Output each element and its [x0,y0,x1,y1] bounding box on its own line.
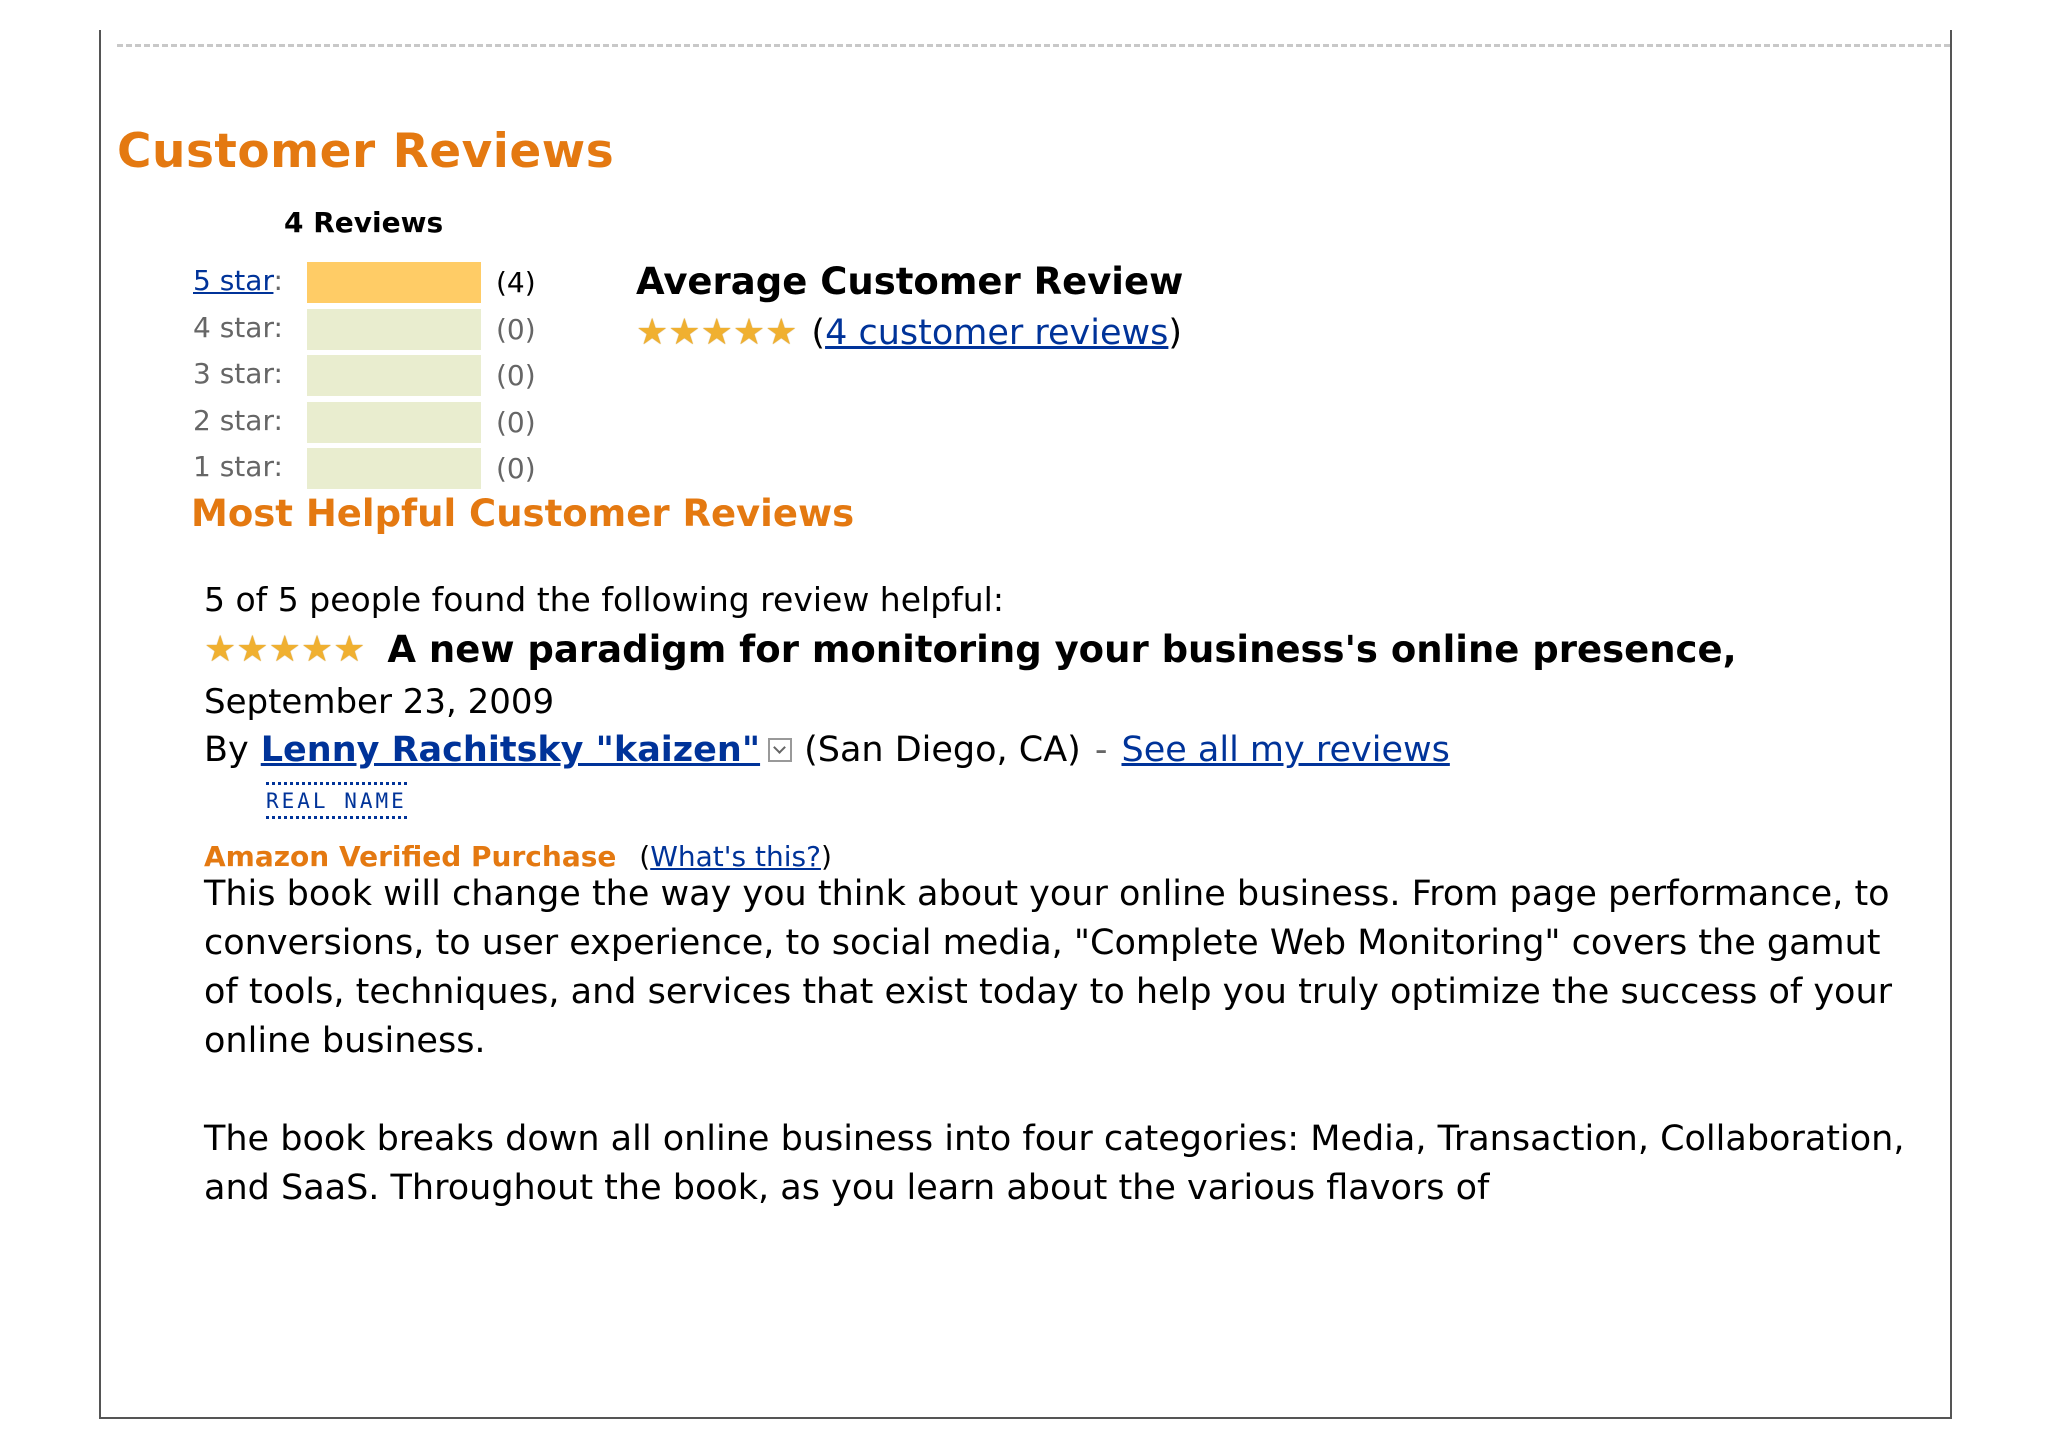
star-icon: ★ [236,628,269,670]
histogram-bar [307,355,481,396]
star-icon: ★ [333,628,366,670]
see-all-reviews-link[interactable]: See all my reviews [1121,730,1449,770]
star-icon: ★ [300,628,334,670]
helpful-count: 5 of 5 people found the following review… [204,580,1004,619]
review-stars: ★ ★ ★ ★ ★ [204,628,366,670]
review-heading: ★ ★ ★ ★ ★ A new paradigm for monitoring your… [204,628,1904,671]
page: Customer Reviews 4 Reviews 5 star: (4) 4 s… [0,0,2048,1447]
whats-this-close: ) [820,840,832,873]
author-location: (San Diego, CA) [804,730,1081,770]
star-filter-3: 3 star [193,357,274,390]
author-link[interactable]: Lenny Rachitsky "kaizen" [261,730,760,770]
star-filter-4: 4 star [193,310,274,344]
star-icon: ★ [700,312,733,353]
histogram-count: (0) [496,405,536,439]
histogram-label: 1 star: [193,450,283,483]
star-icon: ★ [765,312,798,353]
star-filter-5[interactable]: 5 star [193,264,273,297]
star-icon: ★ [668,312,701,353]
review-body: This book will change the way you think … [204,870,1924,1262]
star-icon: ★ [268,628,301,670]
reviews-count: 4 Reviews [284,206,444,239]
histogram-count: (0) [496,312,536,346]
most-helpful-title: Most Helpful Customer Reviews [191,492,855,535]
average-review-title: Average Customer Review [636,260,1184,303]
average-stars: ★ ★ ★ ★ ★ [636,315,797,351]
review-paragraph: This book will change the way you think … [204,874,1893,1061]
histogram-label: 4 star: [193,311,283,344]
histogram-bar-fill [307,262,481,303]
chevron-down-icon[interactable] [768,738,793,762]
histogram-bar [307,401,481,443]
separator-dash: - [1094,730,1108,770]
histogram-count: (0) [496,452,536,485]
colon: : [273,264,283,297]
colon: : [273,310,283,344]
histogram-label: 2 star: [193,404,283,437]
whats-this-link[interactable]: What's this? [650,840,821,873]
histogram-bar [307,448,481,489]
verified-purchase: Amazon Verified Purchase (What's this?) [204,840,832,873]
star-icon: ★ [636,312,669,353]
whats-this-open: ( [639,840,651,873]
customer-reviews-link[interactable]: 4 customer reviews [825,313,1168,353]
colon: : [273,357,283,390]
close-paren: ) [1168,313,1183,353]
histogram-count: (0) [496,359,536,392]
histogram-bar [307,262,481,303]
reviews-panel: Customer Reviews 4 Reviews 5 star: (4) 4 s… [99,30,1952,1419]
average-rating-line: ★ ★ ★ ★ ★ (4 customer reviews) [636,313,1183,353]
open-paren: ( [811,313,826,353]
colon: : [273,450,283,483]
real-name-badge[interactable]: REAL NAME [266,782,407,819]
review-title: A new paradigm for monitoring your busin… [387,628,1737,671]
verified-purchase-label: Amazon Verified Purchase [204,840,617,873]
histogram-label: 5 star: [193,264,283,297]
review-byline: By Lenny Rachitsky "kaizen" (San Diego, … [204,730,1450,770]
star-icon: ★ [732,312,766,353]
divider [117,44,1950,47]
histogram-bar [307,308,481,350]
star-filter-2: 2 star [193,403,274,437]
by-label: By [204,730,249,770]
histogram-count: (4) [496,266,536,299]
star-filter-1: 1 star [193,450,274,483]
review-date: September 23, 2009 [204,682,555,722]
review-paragraph: The book breaks down all online business… [204,1119,1905,1208]
histogram-label: 3 star: [193,357,283,390]
average-review: Average Customer Review ★ ★ ★ ★ ★ (4 custome… [636,260,1183,353]
colon: : [273,403,283,437]
section-title: Customer Reviews [117,124,615,179]
star-icon: ★ [204,628,237,670]
